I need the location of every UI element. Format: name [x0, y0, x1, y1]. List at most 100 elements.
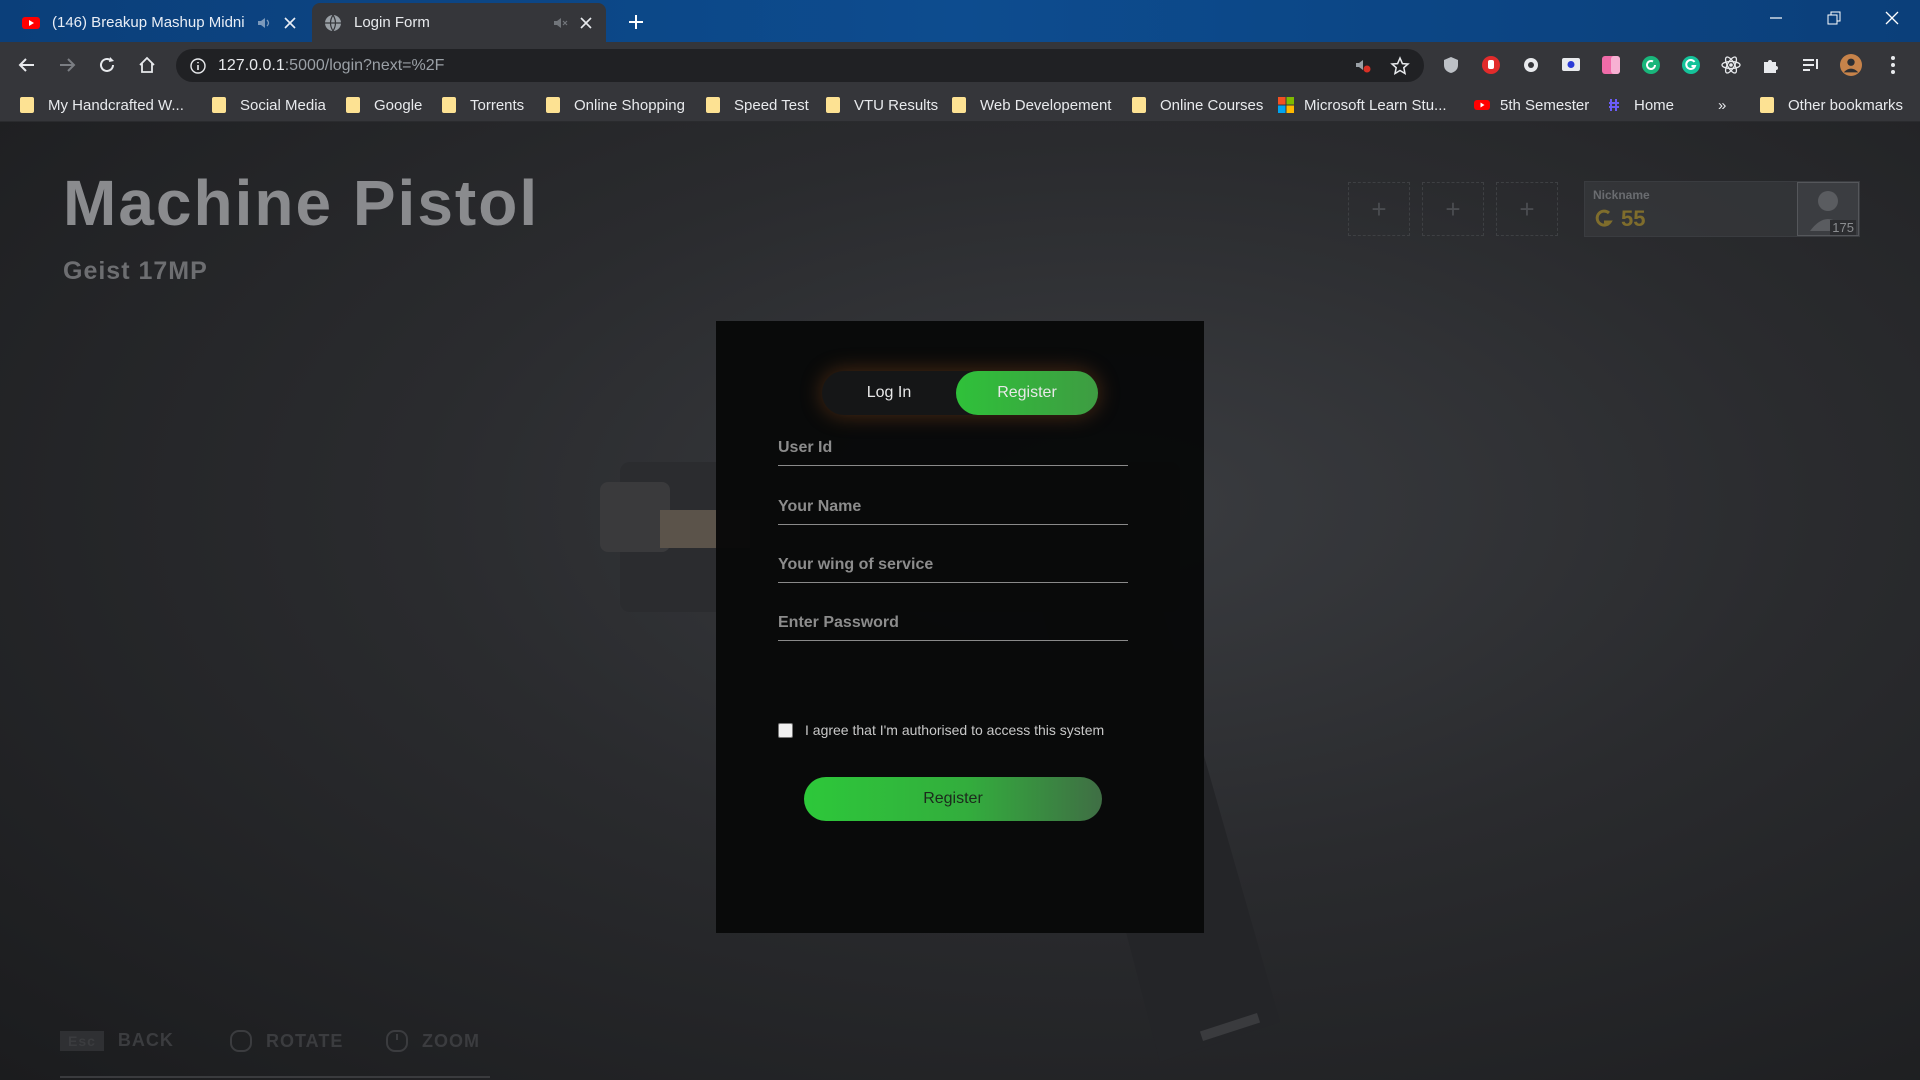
password-field[interactable] — [778, 605, 1128, 640]
weapon-name: Geist 17MP — [63, 257, 208, 285]
browser-toolbar: 127.0.0.1:5000/login?next=%2F — [0, 42, 1920, 88]
arrow-left-icon — [18, 58, 34, 72]
hint-rotate: ROTATE — [228, 1030, 343, 1052]
user-id-field[interactable] — [778, 430, 1128, 465]
register-toggle-button[interactable]: Register — [956, 371, 1098, 415]
folder-icon — [1760, 97, 1774, 113]
refresh-extension-icon[interactable] — [1640, 54, 1662, 76]
bookmark-folder[interactable]: Google — [346, 94, 422, 116]
url-text: 127.0.0.1:5000/login?next=%2F — [218, 57, 444, 75]
nickname-label: Nickname — [1593, 188, 1650, 202]
bookmark-folder[interactable]: Online Courses — [1132, 94, 1263, 116]
minimize-icon — [1770, 17, 1782, 19]
bookmark-folder[interactable]: VTU Results — [826, 94, 938, 116]
bookmark-label: Microsoft Learn Stu... — [1304, 96, 1447, 114]
home-button[interactable] — [134, 52, 160, 78]
shield-extension-icon[interactable] — [1440, 54, 1462, 76]
reading-list-icon[interactable] — [1800, 54, 1822, 76]
minimize-button[interactable] — [1748, 0, 1804, 36]
restore-button[interactable] — [1806, 0, 1862, 36]
bookmark-folder[interactable]: Online Shopping — [546, 94, 685, 116]
folder-icon — [546, 97, 560, 113]
plus-icon — [629, 15, 643, 29]
url-host: 127.0.0.1 — [218, 56, 285, 74]
forward-button[interactable] — [54, 52, 80, 78]
bookmark-link[interactable]: Microsoft Learn Stu... — [1278, 94, 1447, 116]
profile-avatar-icon[interactable] — [1840, 54, 1862, 76]
grammarly-extension-icon[interactable] — [1680, 54, 1702, 76]
react-extension-icon[interactable] — [1720, 54, 1742, 76]
folder-icon — [346, 97, 360, 113]
star-icon[interactable] — [1390, 56, 1410, 76]
globe-icon — [325, 14, 341, 32]
avatar[interactable]: 175 — [1797, 182, 1859, 236]
reload-button[interactable] — [94, 52, 120, 78]
bookmark-folder[interactable]: Web Developement — [952, 94, 1111, 116]
screen-extension-icon[interactable] — [1560, 54, 1582, 76]
close-tab-icon[interactable] — [282, 15, 298, 31]
new-tab-button[interactable] — [622, 8, 650, 36]
name-field-wrapper — [778, 489, 1128, 525]
bookmark-label: Social Media — [240, 96, 326, 114]
mouse-drag-icon — [230, 1030, 252, 1052]
bookmark-label: Online Courses — [1160, 96, 1264, 114]
reload-icon — [100, 57, 114, 72]
arrow-right-icon — [60, 58, 76, 72]
restore-icon — [1827, 11, 1841, 25]
menu-kebab-icon[interactable] — [1882, 54, 1904, 76]
speaker-icon[interactable] — [256, 15, 272, 31]
home-icon — [139, 56, 155, 73]
attachment-slot[interactable]: + — [1348, 182, 1410, 236]
folder-icon — [442, 97, 456, 113]
name-field[interactable] — [778, 489, 1128, 524]
browser-tab-youtube[interactable]: (146) Breakup Mashup Midni — [10, 3, 310, 42]
tab-title: Login Form — [354, 14, 430, 31]
agree-label: I agree that I'm authorised to access th… — [805, 722, 1105, 738]
color-extension-icon[interactable] — [1600, 54, 1622, 76]
close-window-button[interactable] — [1864, 0, 1920, 36]
extensions-puzzle-icon[interactable] — [1760, 54, 1782, 76]
browser-tab-strip: (146) Breakup Mashup Midni Login Form — [0, 0, 1920, 42]
hint-back[interactable]: Esc BACK — [60, 1030, 174, 1051]
attachment-slot[interactable]: + — [1422, 182, 1484, 236]
bookmarks-overflow-button[interactable]: » — [1718, 94, 1726, 116]
bookmark-label: Web Developement — [980, 96, 1112, 114]
attachment-slot[interactable]: + — [1496, 182, 1558, 236]
back-button[interactable] — [14, 52, 40, 78]
wing-of-service-field[interactable] — [778, 547, 1128, 582]
gear-extension-icon[interactable] — [1520, 54, 1542, 76]
bookmark-label: 5th Semester — [1500, 96, 1590, 114]
other-bookmarks[interactable]: Other bookmarks — [1760, 94, 1903, 116]
mute-icon[interactable] — [552, 15, 568, 31]
bookmark-folder[interactable]: Torrents — [442, 94, 524, 116]
chevron-double-icon: » — [1718, 96, 1727, 114]
password-field-wrapper — [778, 605, 1128, 641]
bookmark-label: Other bookmarks — [1788, 96, 1904, 114]
hand-extension-icon[interactable] — [1480, 54, 1502, 76]
tab-title: (146) Breakup Mashup Midni — [52, 14, 245, 31]
bookmark-label: Online Shopping — [574, 96, 685, 114]
bookmark-folder[interactable]: My Handcrafted W... — [20, 94, 184, 116]
auth-form-card: Log In Register I agree that I'm authori… — [716, 321, 1204, 933]
close-tab-icon[interactable] — [578, 15, 594, 31]
agree-checkbox[interactable] — [778, 722, 793, 738]
info-icon[interactable] — [190, 57, 206, 74]
hint-zoom: ZOOM — [384, 1030, 480, 1052]
blocked-sound-icon[interactable] — [1354, 56, 1372, 74]
plus-icon: + — [1371, 193, 1387, 224]
bookmark-label: Google — [374, 96, 423, 114]
browser-tab-login-form[interactable]: Login Form — [312, 3, 606, 42]
register-submit-button[interactable]: Register — [804, 777, 1102, 821]
address-bar[interactable]: 127.0.0.1:5000/login?next=%2F — [176, 49, 1424, 82]
bookmark-folder[interactable]: Social Media — [212, 94, 326, 116]
folder-icon — [20, 97, 34, 113]
hint-label: ZOOM — [422, 1030, 480, 1051]
bookmark-link[interactable]: 5th Semester — [1474, 94, 1589, 116]
login-toggle-button[interactable]: Log In — [822, 371, 956, 415]
page-content: Machine Pistol Geist 17MP + + + Nickname… — [0, 122, 1920, 1080]
esc-key: Esc — [60, 1030, 104, 1051]
bookmark-link[interactable]: Home — [1608, 94, 1674, 116]
folder-icon — [1132, 97, 1146, 113]
bookmark-label: Home — [1634, 96, 1675, 114]
bookmark-folder[interactable]: Speed Test — [706, 94, 809, 116]
